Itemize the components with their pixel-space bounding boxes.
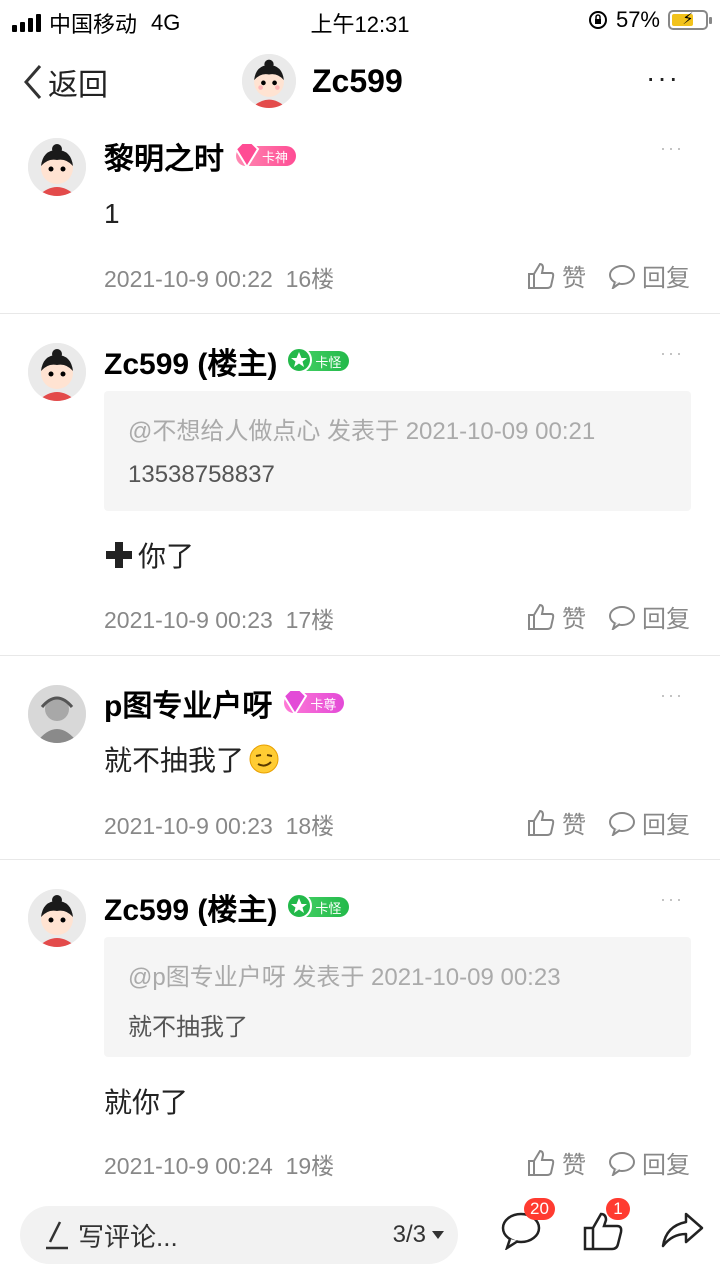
plus-emoji-icon	[106, 542, 132, 568]
post-item: p图专业户呀 卡尊 ··· 就不抽我了 2021-10-9 00:23 18楼 …	[0, 655, 720, 860]
timestamp: 2021-10-9 00:24	[104, 1153, 273, 1179]
diamond-icon	[283, 689, 308, 716]
smirk-emoji-icon	[249, 744, 279, 774]
post-content: 1	[104, 198, 120, 229]
post-item: Zc599 (楼主) 卡怪 ··· @不想给人做点心 发表于 2021-10-0…	[0, 313, 720, 656]
post-content: 就你了	[104, 1087, 189, 1118]
more-options-icon[interactable]: ···	[660, 889, 684, 910]
orientation-lock-icon	[588, 11, 607, 29]
thumbs-up-icon	[528, 1149, 555, 1176]
thumbs-up-icon	[528, 603, 555, 630]
level-badge: 卡怪	[286, 347, 350, 373]
share-button[interactable]	[660, 1210, 704, 1255]
nav-bar: 返回 Zc599 ···	[0, 42, 720, 118]
quote-text: 就不抽我了	[128, 1014, 248, 1041]
comment-icon	[609, 605, 635, 630]
diamond-icon	[234, 142, 260, 169]
like-button[interactable]: 赞	[526, 599, 586, 634]
star-icon	[286, 347, 313, 373]
username[interactable]: Zc599 (楼主)	[104, 339, 277, 383]
back-label: 返回	[48, 69, 108, 102]
level-badge: 卡尊	[283, 689, 345, 716]
quote-header: @p图专业户呀 发表于 2021-10-09 00:23	[128, 964, 561, 991]
reply-button[interactable]: 回复	[608, 258, 690, 293]
page-selector[interactable]: 3/3	[393, 1221, 444, 1249]
pen-icon	[46, 1221, 68, 1250]
like-button[interactable]: 赞	[526, 1145, 586, 1180]
post-content: 你了	[138, 541, 195, 572]
floor-number: 16楼	[285, 266, 335, 292]
reply-button[interactable]: 回复	[608, 805, 690, 840]
timestamp: 2021-10-9 00:23	[104, 607, 273, 633]
likes-count-badge: 1	[606, 1198, 630, 1220]
quote-header: @不想给人做点心 发表于 2021-10-09 00:21	[128, 418, 596, 445]
quoted-reply[interactable]: @p图专业户呀 发表于 2021-10-09 00:23 就不抽我了	[104, 937, 691, 1057]
quoted-reply[interactable]: @不想给人做点心 发表于 2021-10-09 00:21 1353875883…	[104, 391, 691, 511]
comment-icon	[609, 811, 635, 836]
author-avatar[interactable]	[242, 54, 296, 108]
like-post-button[interactable]: 1	[582, 1198, 630, 1257]
more-button[interactable]: ···	[646, 62, 680, 94]
like-button[interactable]: 赞	[526, 805, 586, 840]
comments-button[interactable]: 20	[500, 1198, 555, 1255]
like-button[interactable]: 赞	[526, 258, 586, 293]
star-icon	[286, 893, 313, 919]
battery-icon: ⚡	[668, 10, 712, 30]
page-title: Zc599	[312, 62, 403, 99]
avatar[interactable]	[28, 889, 86, 947]
more-options-icon[interactable]: ···	[660, 343, 684, 364]
quote-text: 13538758837	[128, 461, 275, 488]
avatar[interactable]	[28, 138, 86, 196]
reply-button[interactable]: 回复	[608, 1145, 690, 1180]
battery-percent: 57%	[615, 7, 660, 32]
avatar[interactable]	[28, 685, 86, 743]
chevron-left-icon	[24, 65, 42, 99]
post-item: Zc599 (楼主) 卡怪 ··· @p图专业户呀 发表于 2021-10-09…	[0, 859, 720, 1196]
avatar[interactable]	[28, 343, 86, 401]
floor-number: 18楼	[285, 813, 335, 839]
comment-input[interactable]: 写评论... 3/3	[20, 1206, 458, 1264]
share-icon	[661, 1212, 704, 1248]
level-badge: 卡怪	[286, 893, 350, 919]
post-item: 黎明之时 卡神 ··· 1 2021-10-9 00:22 16楼 赞 回复	[0, 118, 720, 314]
username[interactable]: 黎明之时	[104, 134, 224, 178]
more-options-icon[interactable]: ···	[660, 138, 684, 159]
reply-button[interactable]: 回复	[608, 599, 690, 634]
timestamp: 2021-10-9 00:23	[104, 813, 273, 839]
level-badge: 卡神	[234, 142, 297, 169]
username[interactable]: Zc599 (楼主)	[104, 885, 277, 929]
page-indicator: 3/3	[392, 1221, 426, 1248]
timestamp: 2021-10-9 00:22	[104, 266, 273, 292]
thumbs-up-icon	[528, 809, 555, 836]
comment-placeholder: 写评论...	[78, 1221, 178, 1252]
back-button[interactable]: 返回	[22, 60, 108, 104]
status-bar: 中国移动 4G 上午12:31 57% ⚡	[0, 0, 720, 40]
bottom-bar: 写评论... 3/3 20 1	[0, 1196, 720, 1280]
post-content: 就不抽我了	[104, 745, 245, 776]
floor-number: 19楼	[285, 1153, 335, 1179]
username[interactable]: p图专业户呀	[104, 681, 272, 725]
caret-down-icon	[432, 1231, 444, 1239]
thumbs-up-icon	[528, 262, 555, 289]
floor-number: 17楼	[285, 607, 335, 633]
comments-count-badge: 20	[524, 1198, 555, 1220]
more-options-icon[interactable]: ···	[660, 685, 684, 706]
comment-icon	[609, 264, 635, 289]
comment-icon	[609, 1151, 635, 1176]
